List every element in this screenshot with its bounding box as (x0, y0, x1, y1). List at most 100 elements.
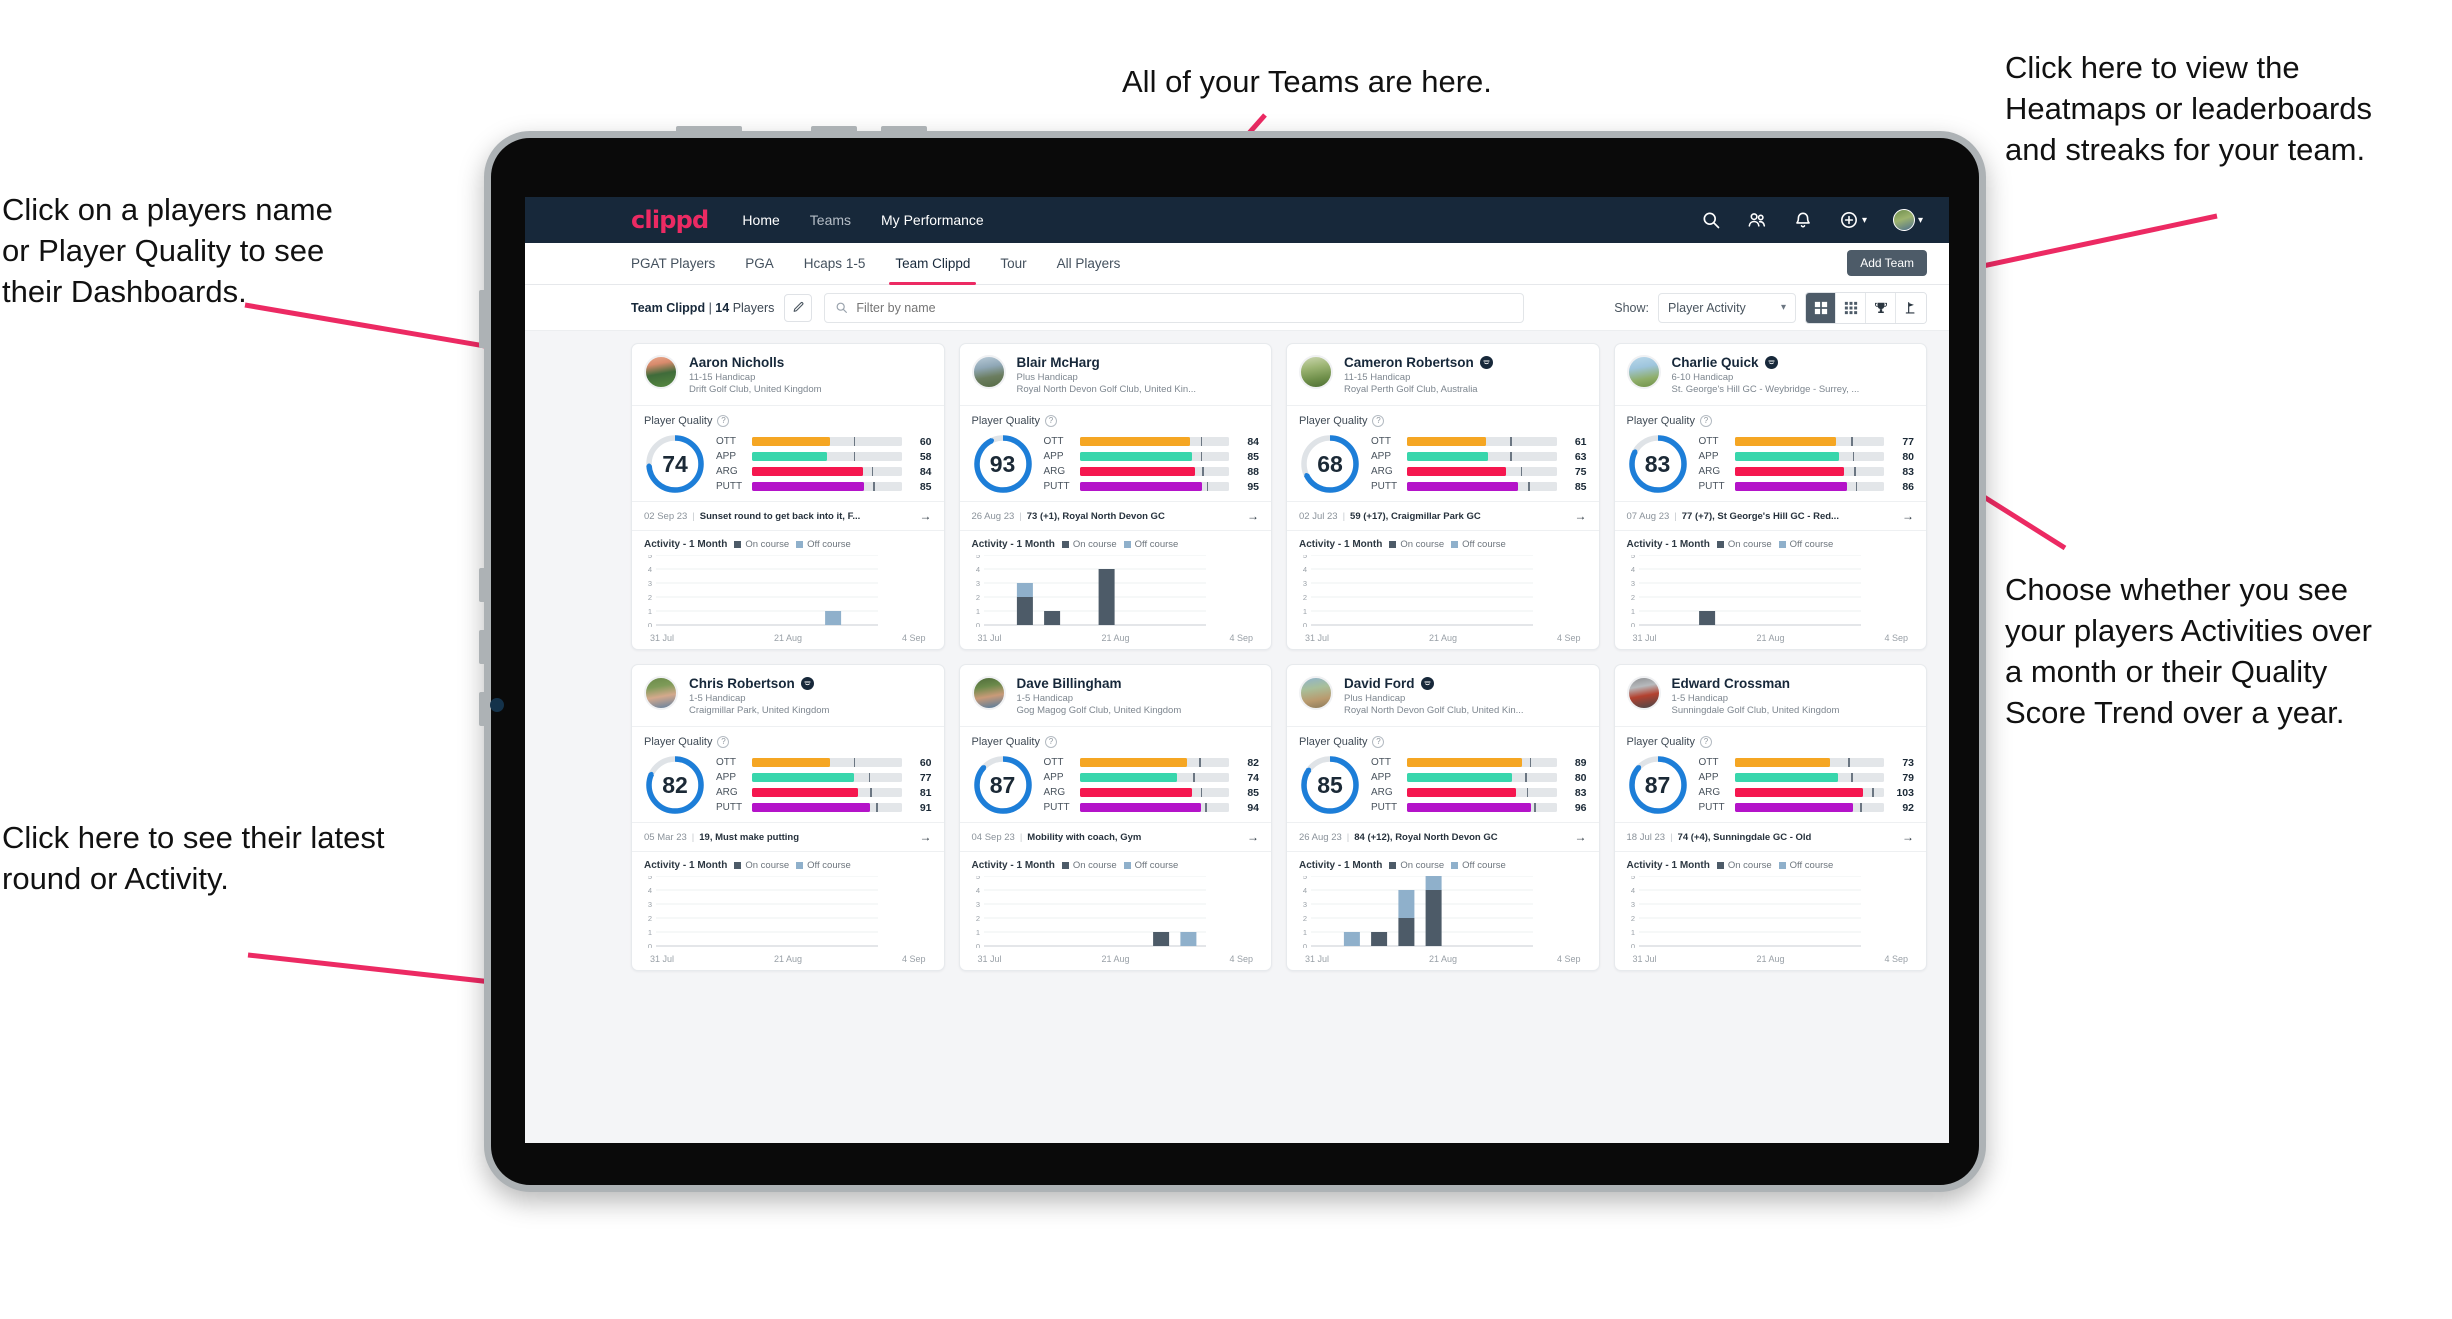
svg-text:4: 4 (1303, 886, 1307, 895)
player-card[interactable]: David Ford Plus Handicap Royal North Dev… (1286, 664, 1600, 971)
arrow-right-icon[interactable]: → (920, 830, 932, 844)
nav-link-home[interactable]: Home (742, 212, 779, 228)
team-icon[interactable] (1747, 210, 1767, 230)
search-icon[interactable] (1701, 210, 1721, 230)
latest-round-row[interactable]: 02 Jul 23 | 59 (+17), Craigmillar Park G… (1287, 501, 1599, 531)
latest-round-row[interactable]: 07 Aug 23 | 77 (+7), St George's Hill GC… (1614, 501, 1926, 531)
add-team-button[interactable]: Add Team (1847, 250, 1927, 276)
help-icon[interactable]: ? (1044, 415, 1057, 427)
avatar[interactable] (971, 676, 1006, 710)
arrow-right-icon[interactable]: → (1575, 509, 1587, 523)
help-icon[interactable]: ? (1044, 736, 1057, 748)
quality-score-ring: 83 (1627, 433, 1689, 495)
avatar[interactable] (1892, 209, 1915, 231)
power-button[interactable] (676, 126, 742, 135)
avatar[interactable] (1626, 355, 1661, 389)
player-quality-body: 85 OTT 89 APP 80 ARG 83 PUTT 96 (1299, 754, 1587, 816)
tab-tour[interactable]: Tour (1000, 243, 1026, 285)
latest-round-row[interactable]: 18 Jul 23 | 74 (+4), Sunningdale GC - Ol… (1614, 822, 1926, 852)
plus-circle-icon[interactable] (1839, 210, 1859, 230)
player-card[interactable]: Blair McHarg Plus Handicap Royal North D… (958, 343, 1272, 650)
bell-icon[interactable] (1793, 210, 1813, 230)
arrow-right-icon[interactable]: → (1575, 830, 1587, 844)
view-toggle-flag[interactable] (1896, 292, 1926, 323)
avatar[interactable] (1299, 355, 1333, 389)
help-icon[interactable]: ? (1699, 736, 1712, 748)
tab-hcaps-1-5[interactable]: Hcaps 1-5 (804, 243, 866, 285)
search-box[interactable] (824, 292, 1525, 323)
player-card[interactable]: Chris Robertson 1-5 Handicap Craigmillar… (631, 664, 945, 971)
player-name[interactable]: Charlie Quick (1672, 355, 1759, 370)
add-menu[interactable]: ▾ (1839, 210, 1867, 230)
player-card-header: Edward Crossman 1-5 Handicap Sunningdale… (1615, 665, 1927, 726)
arrow-right-icon[interactable]: → (1902, 509, 1914, 523)
legend-off-course: Off course (1451, 539, 1506, 550)
player-quality-section[interactable]: Player Quality ? 82 OTT 60 APP 77 ARG 81… (632, 727, 944, 822)
player-card[interactable]: Cameron Robertson 11-15 Handicap Royal P… (1286, 343, 1600, 650)
view-toggle-grid-large[interactable] (1806, 292, 1836, 323)
avatar[interactable] (1299, 676, 1333, 710)
help-icon[interactable]: ? (717, 736, 730, 748)
player-quality-section[interactable]: Player Quality ? 74 OTT 60 APP 58 ARG 84… (632, 406, 944, 501)
latest-round-row[interactable]: 05 Mar 23 | 19, Must make putting → (632, 822, 944, 852)
player-quality-section[interactable]: Player Quality ? 68 OTT 61 APP 63 ARG 75… (1287, 406, 1599, 501)
metric-label: APP (1371, 451, 1392, 462)
avatar[interactable] (644, 676, 678, 710)
player-name[interactable]: Aaron Nicholls (689, 355, 784, 370)
arrow-right-icon[interactable]: → (920, 509, 932, 523)
metric-bar-track (1407, 773, 1557, 782)
tab-pgat-players[interactable]: PGAT Players (631, 243, 715, 285)
player-card[interactable]: Edward Crossman 1-5 Handicap Sunningdale… (1613, 664, 1927, 971)
help-icon[interactable]: ? (1699, 415, 1712, 427)
tab-pga[interactable]: PGA (745, 243, 774, 285)
player-quality-section[interactable]: Player Quality ? 85 OTT 89 APP 80 ARG 83… (1287, 727, 1599, 822)
edit-team-button[interactable] (784, 293, 813, 322)
player-quality-section[interactable]: Player Quality ? 87 OTT 82 APP 74 ARG 85… (960, 727, 1272, 822)
help-icon[interactable]: ? (717, 415, 730, 427)
help-icon[interactable]: ? (1372, 415, 1385, 427)
player-quality-section[interactable]: Player Quality ? 93 OTT 84 APP 85 ARG 88… (960, 406, 1272, 501)
latest-round-row[interactable]: 26 Aug 23 | 73 (+1), Royal North Devon G… (959, 501, 1271, 531)
arrow-right-icon[interactable]: → (1247, 830, 1259, 844)
arrow-right-icon[interactable]: → (1902, 830, 1914, 844)
latest-round-row[interactable]: 02 Sep 23 | Sunset round to get back int… (632, 501, 944, 531)
nav-link-teams[interactable]: Teams (810, 212, 851, 228)
volume-down-button[interactable] (881, 126, 927, 135)
player-name[interactable]: David Ford (1344, 676, 1415, 691)
arrow-right-icon[interactable]: → (1247, 509, 1259, 523)
nav-link-my-performance[interactable]: My Performance (881, 212, 984, 228)
user-menu[interactable]: ▾ (1892, 209, 1923, 231)
player-name[interactable]: Blair McHarg (1017, 355, 1100, 370)
player-name-row: Charlie Quick (1672, 355, 1915, 370)
avatar[interactable] (1626, 676, 1661, 710)
clippd-logo[interactable]: clippd (631, 206, 709, 234)
tab-all-players[interactable]: All Players (1057, 243, 1121, 285)
show-select[interactable]: Player Activity ▾ (1658, 292, 1796, 323)
player-quality-section[interactable]: Player Quality ? 87 OTT 73 APP 79 ARG 10… (1615, 727, 1927, 822)
player-card[interactable]: Dave Billingham 1-5 Handicap Gog Magog G… (958, 664, 1272, 971)
latest-round-row[interactable]: 04 Sep 23 | Mobility with coach, Gym → (959, 822, 1271, 852)
volume-up-button[interactable] (811, 126, 857, 135)
player-quality-label: Player Quality (644, 736, 713, 748)
metric-bar-fill (1407, 482, 1518, 491)
player-card[interactable]: Aaron Nicholls 11-15 Handicap Drift Golf… (631, 343, 945, 650)
tab-team-clippd[interactable]: Team Clippd (889, 243, 977, 285)
player-name[interactable]: Edward Crossman (1672, 676, 1791, 691)
avatar[interactable] (971, 355, 1006, 389)
player-quality-section[interactable]: Player Quality ? 83 OTT 77 APP 80 ARG 83… (1615, 406, 1927, 501)
help-icon[interactable]: ? (1372, 736, 1385, 748)
avatar[interactable] (644, 355, 678, 389)
search-input[interactable] (856, 300, 1514, 315)
player-name[interactable]: Cameron Robertson (1344, 355, 1474, 370)
player-card[interactable]: Charlie Quick 6-10 Handicap St. George's… (1613, 343, 1927, 650)
metric-row: PUTT 86 (1699, 481, 1915, 493)
metric-bar-track (1734, 788, 1884, 797)
player-name[interactable]: Dave Billingham (1017, 676, 1122, 691)
latest-round-row[interactable]: 26 Aug 23 | 84 (+12), Royal North Devon … (1287, 822, 1599, 852)
x-axis-tick: 21 Aug (1428, 633, 1458, 643)
view-toggle-trophy[interactable] (1866, 292, 1896, 323)
metric-value: 103 (1896, 786, 1914, 799)
metric-label: OTT (1043, 757, 1064, 768)
view-toggle-grid-small[interactable] (1836, 292, 1866, 323)
player-name[interactable]: Chris Robertson (689, 676, 795, 691)
